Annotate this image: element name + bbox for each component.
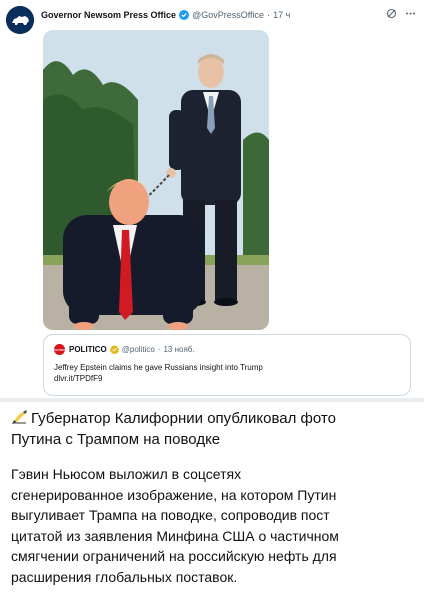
article-headline: Губернатор Калифорнии опубликовал фото П… — [11, 408, 416, 450]
body-line: сгенерированное изображение, на котором … — [11, 486, 337, 503]
article-body: Гэвин Ньюсом выложил в соцсетях сгенерир… — [11, 464, 416, 587]
verified-badge-icon — [107, 345, 122, 354]
writing-hand-icon — [11, 409, 29, 425]
body-line: смягчении ограничений на российскую нефт… — [11, 548, 337, 564]
body-line: Гэвин Ньюсом выложил в соцсетях — [11, 466, 242, 482]
quoted-tweet-header: POLITICO POLITICO @politico · 13 нояб. — [52, 343, 400, 356]
politico-logo[interactable]: POLITICO — [52, 344, 67, 355]
separator-dot: · — [157, 345, 161, 354]
tweet-time[interactable]: 17 ч — [273, 10, 290, 20]
grok-icon[interactable] — [386, 8, 397, 19]
headline-line-2: Путина с Трампом на поводке — [11, 431, 221, 448]
quoted-author-handle[interactable]: @politico — [122, 345, 155, 354]
article-post: Губернатор Калифорнии опубликовал фото П… — [0, 402, 424, 600]
body-line: расширения глобальных поставок. — [11, 568, 238, 585]
tweet-card[interactable]: Governor Newsom Press Office @GovPressOf… — [0, 0, 424, 398]
quoted-tweet-text: Jeffrey Epstein claims he gave Russians … — [54, 362, 400, 384]
verified-badge-icon — [179, 10, 190, 20]
separator-dot: · — [267, 10, 271, 20]
headline-line-1: Губернатор Калифорнии опубликовал фото — [31, 410, 336, 427]
photo-illustration — [43, 30, 269, 330]
body-line: выгуливает Трампа на поводке, сопроводив… — [11, 507, 330, 523]
author-name[interactable]: Governor Newsom Press Office — [41, 10, 176, 20]
avatar[interactable] — [6, 6, 34, 34]
body-line: цитатой из заявления Минфина США о части… — [11, 527, 339, 544]
header-actions — [386, 8, 416, 19]
tweet-header: Governor Newsom Press Office @GovPressOf… — [41, 8, 414, 22]
tweet-image[interactable] — [43, 30, 269, 330]
quoted-text-line: Jeffrey Epstein claims he gave Russians … — [54, 363, 263, 372]
more-icon[interactable] — [405, 8, 416, 19]
quoted-author-name[interactable]: POLITICO — [69, 345, 107, 354]
quoted-link[interactable]: dlvr.it/TPDfF9 — [54, 373, 400, 384]
bear-icon — [6, 6, 34, 34]
quoted-tweet-time[interactable]: 13 нояб. — [163, 345, 194, 354]
author-handle[interactable]: @GovPressOffice — [192, 10, 264, 20]
quoted-tweet[interactable]: POLITICO POLITICO @politico · 13 нояб. J… — [43, 334, 411, 396]
